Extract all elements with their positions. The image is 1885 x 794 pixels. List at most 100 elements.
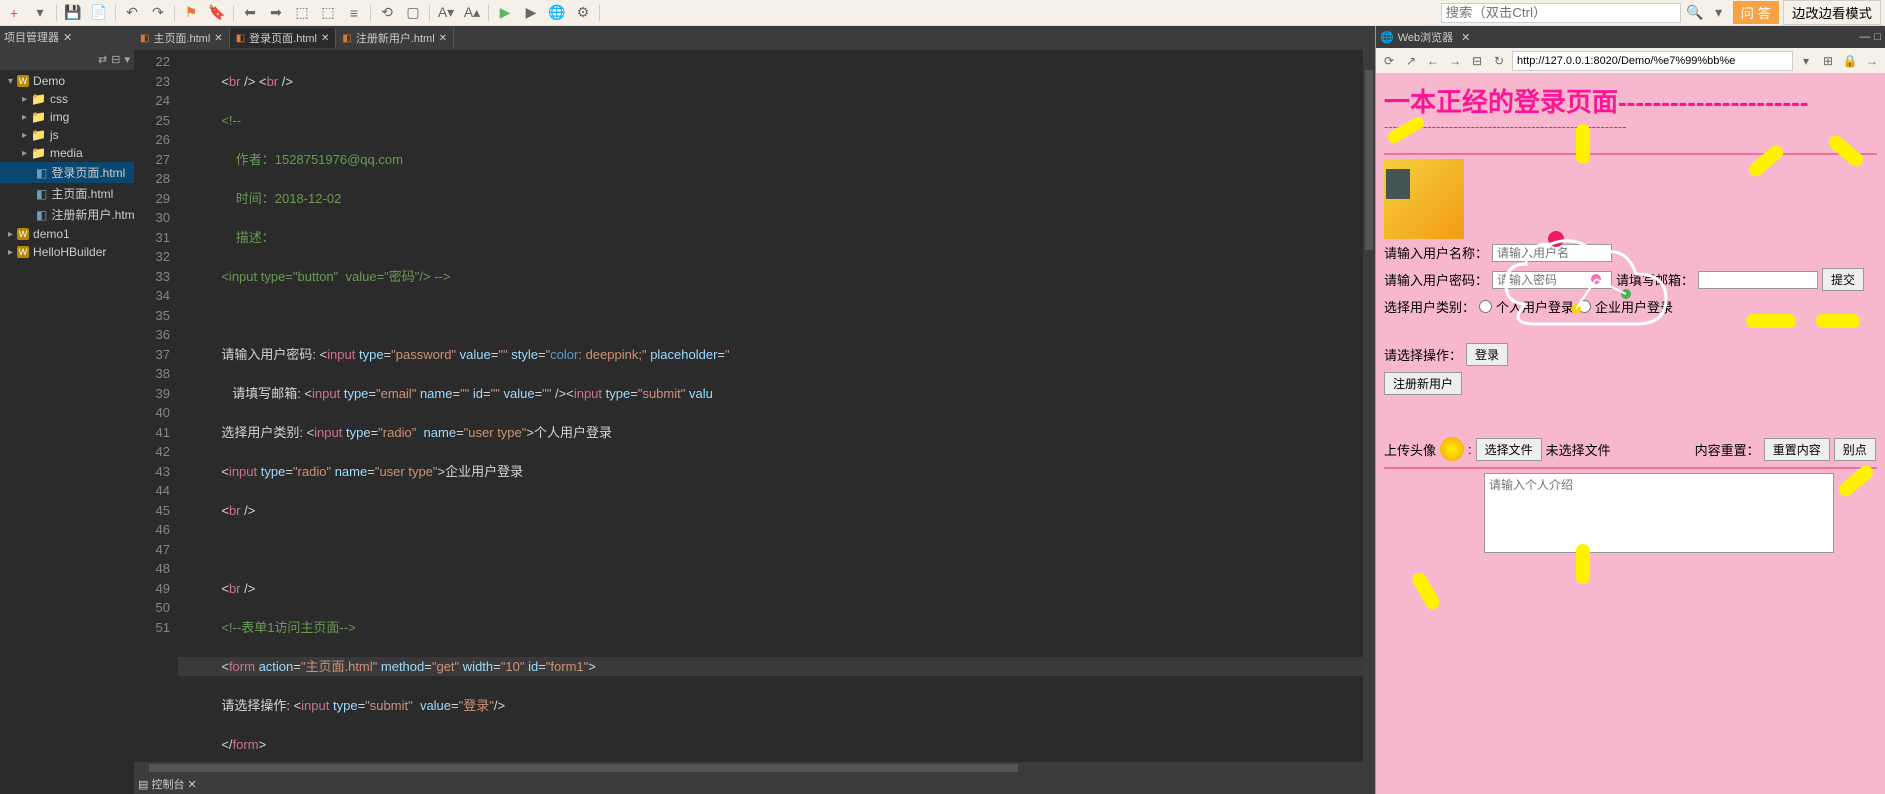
editor-area: ◧主页面.html✕ ◧登录页面.html✕ ◧注册新用户.html✕ 2223… — [134, 26, 1375, 794]
tab-login[interactable]: ◧登录页面.html✕ — [230, 28, 337, 48]
editor-tabs: ◧主页面.html✕ ◧登录页面.html✕ ◧注册新用户.html✕ — [134, 26, 1375, 50]
box-icon[interactable]: ▢ — [403, 3, 423, 23]
tab-close-icon[interactable]: ✕ — [321, 33, 329, 44]
font-large-icon[interactable]: A▴ — [462, 3, 482, 23]
browser-title: Web浏览器 — [1398, 29, 1453, 45]
indent-right-icon[interactable]: ➡ — [266, 3, 286, 23]
redo-icon[interactable]: ↷ — [148, 3, 168, 23]
forward-icon[interactable]: → — [1446, 52, 1464, 70]
indent-left-icon[interactable]: ⬅ — [240, 3, 260, 23]
goto-icon[interactable]: → — [1863, 52, 1881, 70]
main-toolbar: + ▾ 💾 📄 ↶ ↷ ⚑ 🔖 ⬅ ➡ ⬚ ⬚ ≡ ⟲ ▢ A▾ A▴ ▶ ▶ … — [0, 0, 1885, 26]
collapse-icon[interactable]: ⊟ — [111, 53, 120, 66]
browser-max-icon[interactable]: □ — [1874, 31, 1881, 43]
bookmark-icon[interactable]: ⚑ — [181, 3, 201, 23]
line-gutter: 2223242526272829303132333435363738394041… — [134, 50, 178, 762]
run-icon[interactable]: ▶ — [495, 3, 515, 23]
url-input[interactable] — [1512, 51, 1793, 71]
back-icon[interactable]: ← — [1424, 52, 1442, 70]
usertype-label: 选择用户类别： — [1384, 297, 1475, 316]
link-icon[interactable]: ⇄ — [98, 53, 107, 66]
tree-demo1[interactable]: ▸Wdemo1 — [0, 225, 134, 243]
settings-icon[interactable]: ⚙ — [573, 3, 593, 23]
lock-icon[interactable]: 🔒 — [1841, 52, 1859, 70]
tab-close-icon[interactable]: ✕ — [439, 33, 447, 44]
mode-button[interactable]: 边改边看模式 — [1783, 0, 1881, 25]
panel-close-icon[interactable]: ✕ — [63, 31, 72, 44]
tab-register[interactable]: ◧注册新用户.html✕ — [336, 28, 454, 48]
tree-register-file[interactable]: ◧注册新用户.html — [0, 204, 134, 225]
cloud-graphic — [1496, 224, 1696, 364]
page-divider-2 — [1384, 467, 1877, 469]
refresh-icon[interactable]: ⟳ — [1380, 52, 1398, 70]
comment-icon[interactable]: ⬚ — [292, 3, 312, 23]
robot-image — [1386, 169, 1410, 199]
search-area: 🔍 ▾ 问 答 边改边看模式 — [1441, 0, 1881, 25]
operation-label: 请选择操作： — [1384, 345, 1462, 364]
search-dropdown-icon[interactable]: ▾ — [1709, 3, 1729, 23]
uncomment-icon[interactable]: ⬚ — [318, 3, 338, 23]
tree-hello[interactable]: ▸WHelloHBuilder — [0, 243, 134, 261]
browser-header: 🌐 Web浏览器 ✕ — □ — [1376, 26, 1885, 48]
password-label: 请输入用户密码： — [1384, 270, 1488, 289]
code-editor[interactable]: 2223242526272829303132333435363738394041… — [134, 50, 1375, 762]
choose-file-button[interactable]: 选择文件 — [1476, 438, 1542, 461]
format-icon[interactable]: ≡ — [344, 3, 364, 23]
submit-button[interactable]: 提交 — [1822, 268, 1864, 291]
wrap-icon[interactable]: ⟲ — [377, 3, 397, 23]
upload-label: 上传头像 — [1384, 440, 1436, 459]
panel-toolbar: ⇄ ⊟ ▾ — [0, 48, 134, 70]
editor-scrollbar-h[interactable] — [134, 762, 1375, 774]
smiley-icon[interactable] — [1440, 437, 1464, 461]
email-input[interactable] — [1698, 271, 1818, 289]
project-tree: ▾WDemo ▸📁css ▸📁img ▸📁js ▸📁media ◧登录页面.ht… — [0, 70, 134, 794]
browser-panel: 🌐 Web浏览器 ✕ — □ ⟳ ↗ ← → ⊟ ↻ ▾ ⊞ 🔒 → — [1375, 26, 1885, 794]
editor-scrollbar-v[interactable] — [1363, 50, 1375, 762]
other-button[interactable]: 别点 — [1834, 438, 1876, 461]
tree-main-file[interactable]: ◧主页面.html — [0, 183, 134, 204]
globe-icon: 🌐 — [1380, 31, 1394, 44]
tree-img[interactable]: ▸📁img — [0, 108, 134, 126]
register-button[interactable]: 注册新用户 — [1384, 372, 1462, 395]
run2-icon[interactable]: ▶ — [521, 3, 541, 23]
bookmark2-icon[interactable]: 🔖 — [207, 3, 227, 23]
intro-textarea[interactable] — [1484, 473, 1834, 553]
dropdown-icon[interactable]: ▾ — [30, 3, 50, 23]
save-all-icon[interactable]: 📄 — [89, 3, 109, 23]
browser-min-icon[interactable]: — — [1859, 31, 1870, 43]
tree-login-file[interactable]: ◧登录页面.html — [0, 162, 134, 183]
tab-main[interactable]: ◧主页面.html✕ — [134, 28, 230, 48]
new-icon[interactable]: + — [4, 3, 24, 23]
no-file-label: 未选择文件 — [1546, 440, 1611, 459]
tree-demo[interactable]: ▾WDemo — [0, 72, 134, 90]
console-icon: ▤ — [138, 778, 148, 791]
console-tab[interactable]: ▤ 控制台 ✕ — [134, 774, 1375, 794]
project-panel: 项目管理器 ✕ ⇄ ⊟ ▾ ▾WDemo ▸📁css ▸📁img ▸📁js ▸📁… — [0, 26, 134, 794]
browser-content: 一本正经的登录页面---------------------- --------… — [1376, 74, 1885, 794]
reset-label: 内容重置： — [1695, 440, 1760, 459]
browser-close-icon[interactable]: ✕ — [1461, 31, 1470, 44]
tree-css[interactable]: ▸📁css — [0, 90, 134, 108]
code-content[interactable]: <br /> <br /> <!-- 作者：1528751976@qq.com … — [178, 50, 1375, 762]
search-icon[interactable]: 🔍 — [1685, 3, 1705, 23]
undo-icon[interactable]: ↶ — [122, 3, 142, 23]
reload-icon[interactable]: ↻ — [1490, 52, 1508, 70]
page-title: 一本正经的登录页面---------------------- — [1384, 82, 1877, 119]
tab-close-icon[interactable]: ✕ — [214, 33, 222, 44]
stop-icon[interactable]: ⊟ — [1468, 52, 1486, 70]
font-small-icon[interactable]: A▾ — [436, 3, 456, 23]
tree-js[interactable]: ▸📁js — [0, 126, 134, 144]
tree-media[interactable]: ▸📁media — [0, 144, 134, 162]
search-input[interactable] — [1441, 3, 1681, 23]
panel-title: 项目管理器 — [4, 29, 59, 45]
radio-personal[interactable] — [1479, 300, 1492, 313]
save-icon[interactable]: 💾 — [63, 3, 83, 23]
menu-icon[interactable]: ▾ — [124, 53, 130, 66]
grid-icon[interactable]: ⊞ — [1819, 52, 1837, 70]
qa-button[interactable]: 问 答 — [1733, 1, 1779, 24]
browser-icon[interactable]: 🌐 — [547, 3, 567, 23]
console-close-icon[interactable]: ✕ — [188, 778, 197, 791]
url-dropdown-icon[interactable]: ▾ — [1797, 52, 1815, 70]
reset-button[interactable]: 重置内容 — [1764, 438, 1830, 461]
external-icon[interactable]: ↗ — [1402, 52, 1420, 70]
